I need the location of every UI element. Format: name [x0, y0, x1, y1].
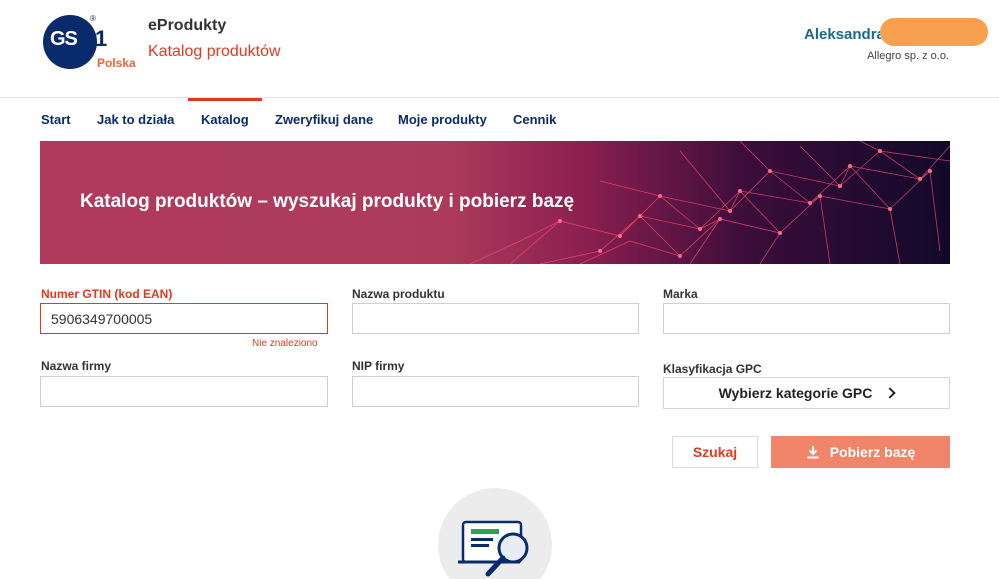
chevron-right-icon — [884, 387, 897, 399]
redacted-surname — [880, 18, 988, 46]
main-nav: Start Jak to działa Katalog Zweryfikuj d… — [0, 98, 999, 140]
logo-text: GS — [50, 28, 78, 50]
product-name-input[interactable] — [352, 303, 639, 334]
company-name-input[interactable] — [40, 376, 328, 407]
brand-label: Marka — [663, 287, 698, 301]
company-name-label: Nazwa firmy — [41, 359, 112, 373]
nav-pricing[interactable]: Cennik — [513, 112, 556, 127]
active-tab-indicator — [188, 98, 262, 101]
download-button-label: Pobierz bazę — [829, 444, 916, 460]
download-icon — [807, 446, 819, 459]
product-name-label: Nazwa produktu — [352, 287, 445, 301]
gpc-button-label: Wybierz kategorie GPC — [718, 385, 873, 401]
search-button[interactable]: Szukaj — [672, 436, 758, 468]
user-name[interactable]: Aleksandra — [804, 26, 885, 43]
app-header: GS 1 ® Polska eProdukty Katalog produktó… — [0, 0, 999, 98]
laptop-search-icon — [458, 520, 529, 577]
nav-verify-data[interactable]: Zweryfikuj dane — [275, 112, 373, 127]
logo-registered: ® — [90, 14, 96, 23]
brand-input[interactable] — [663, 303, 950, 334]
user-company: Allegro sp. z o.o. — [867, 50, 949, 62]
logo-country: Polska — [97, 56, 136, 70]
app-name[interactable]: eProdukty — [148, 17, 226, 35]
banner-title: Katalog produktów – wyszukaj produkty i … — [80, 191, 575, 212]
gtin-input[interactable] — [40, 303, 328, 334]
gs1-logo[interactable]: GS 1 ® Polska — [40, 12, 140, 82]
gtin-error-message: Nie znaleziono — [252, 338, 318, 349]
hero-banner: Katalog produktów – wyszukaj produkty i … — [40, 141, 950, 264]
nav-how-it-works[interactable]: Jak to działa — [97, 112, 174, 127]
download-database-button[interactable]: Pobierz bazę — [771, 436, 950, 468]
nip-input[interactable] — [352, 376, 639, 407]
logo-one: 1 — [95, 26, 108, 51]
nav-my-products[interactable]: Moje produkty — [398, 112, 487, 127]
app-subtitle[interactable]: Katalog produktów — [148, 43, 281, 61]
catalog-illustration — [438, 488, 552, 579]
choose-gpc-button[interactable]: Wybierz kategorie GPC — [663, 377, 950, 409]
gtin-label: Numer GTIN (kod EAN) — [41, 287, 173, 301]
gpc-label: Klasyfikacja GPC — [663, 362, 762, 376]
nav-catalog[interactable]: Katalog — [201, 112, 249, 127]
nav-start[interactable]: Start — [41, 112, 71, 127]
nip-label: NIP firmy — [352, 359, 405, 373]
